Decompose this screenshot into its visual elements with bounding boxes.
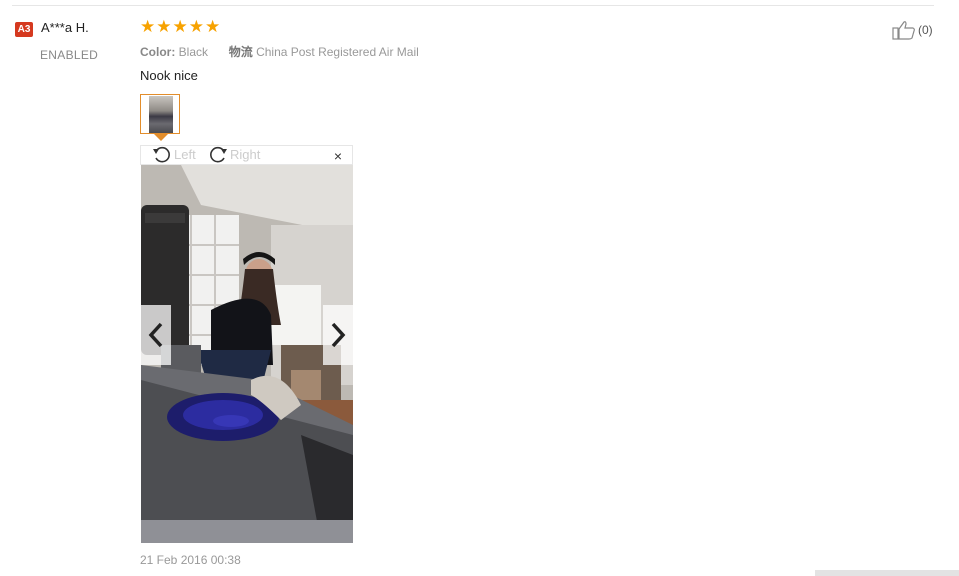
close-viewer-button[interactable]: ×: [334, 147, 342, 165]
rotate-left-button[interactable]: Left: [151, 146, 196, 164]
color-value: Black: [178, 45, 209, 59]
previous-photo-button[interactable]: [141, 305, 171, 365]
review-text: Nook nice: [140, 68, 198, 83]
photo-viewer-toolbar: Left Right ×: [140, 145, 353, 165]
rotate-right-label: Right: [230, 147, 261, 162]
footer-edge: [815, 570, 959, 576]
rotate-right-icon: [210, 146, 227, 163]
rotate-left-icon: [153, 146, 170, 163]
star-icon: ★: [156, 17, 172, 36]
review-photo-thumbnail[interactable]: [140, 94, 180, 134]
chevron-right-icon: [331, 322, 346, 348]
review-photo: [141, 165, 353, 543]
shipping-value: China Post Registered Air Mail: [256, 45, 419, 59]
chevron-left-icon: [148, 322, 163, 348]
review-date: 21 Feb 2016 00:38: [140, 553, 241, 567]
helpful-button[interactable]: (0): [892, 20, 933, 40]
rotate-right-button[interactable]: Right: [207, 146, 260, 164]
thumbs-up-icon: [892, 21, 915, 40]
order-info: Color: Black 物流 China Post Registered Ai…: [140, 43, 419, 60]
rotate-left-label: Left: [174, 147, 196, 162]
star-icon: ★: [188, 17, 204, 36]
star-icon: ★: [172, 17, 188, 36]
star-rating: ★ ★ ★ ★ ★: [140, 18, 220, 36]
member-level-badge: A3: [15, 22, 33, 37]
star-icon: ★: [140, 17, 156, 36]
thumbnail-pointer: [154, 134, 168, 141]
reviewer-name: A***a H.: [41, 20, 89, 35]
color-label: Color:: [140, 45, 176, 59]
top-divider: [12, 5, 934, 6]
next-photo-button[interactable]: [323, 305, 353, 365]
reviewer-status: ENABLED: [40, 48, 99, 62]
helpful-count: (0): [918, 23, 933, 37]
star-icon: ★: [205, 17, 221, 36]
shipping-label: 物流: [228, 45, 253, 59]
